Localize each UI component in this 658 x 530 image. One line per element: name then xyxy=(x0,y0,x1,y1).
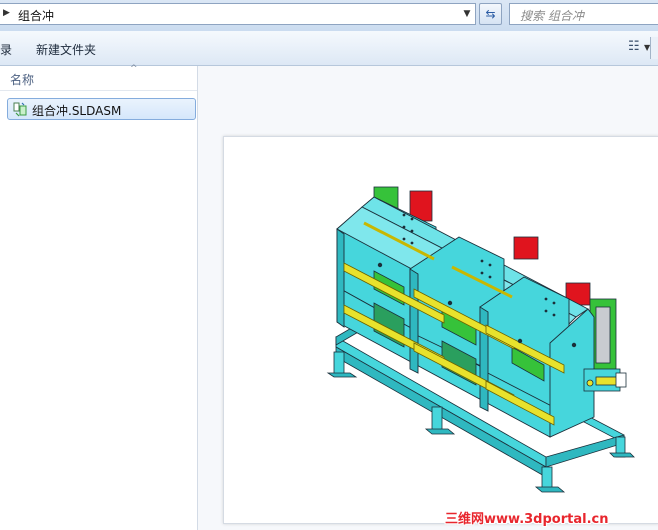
solidworks-assembly-icon xyxy=(13,102,27,117)
breadcrumb-arrow-icon[interactable]: ▶ xyxy=(3,8,10,18)
column-header-label: 名称 xyxy=(10,73,35,87)
side-mechanism xyxy=(583,368,627,392)
list-item[interactable]: 组合冲.SLDASM xyxy=(7,98,196,120)
sort-ascending-icon: ^ xyxy=(130,64,138,74)
address-box[interactable]: ▶ 组合冲 ▼ xyxy=(0,3,476,25)
file-list-pane: 名称 ^ 组合冲.SLDASM xyxy=(0,64,198,530)
file-name: 组合冲.SLDASM xyxy=(32,104,122,118)
new-folder-button[interactable]: 新建文件夹 xyxy=(36,41,96,58)
search-input[interactable]: 搜索 组合冲 xyxy=(509,3,658,25)
assembly-model-preview xyxy=(326,186,635,493)
preview-pane-toggle[interactable] xyxy=(650,37,658,59)
toolbar-item-partial[interactable]: 录 xyxy=(0,41,12,58)
address-bar-row: ▶ 组合冲 ▼ ⇆ 搜索 组合冲 xyxy=(0,0,658,32)
refresh-icon: ⇆ xyxy=(485,7,496,21)
watermark-text: 三维网www.3dportal.cn xyxy=(445,512,609,527)
preview-image-card xyxy=(223,136,658,524)
command-toolbar: 录 新建文件夹 ☷ ▼ xyxy=(0,31,658,66)
address-dropdown-icon[interactable]: ▼ xyxy=(459,4,475,24)
breadcrumb-current-folder[interactable]: 组合冲 xyxy=(18,7,54,24)
preview-pane xyxy=(198,66,658,530)
refresh-button[interactable]: ⇆ xyxy=(479,3,502,25)
column-header-name[interactable]: 名称 ^ xyxy=(0,64,197,91)
search-placeholder: 搜索 组合冲 xyxy=(520,9,584,23)
